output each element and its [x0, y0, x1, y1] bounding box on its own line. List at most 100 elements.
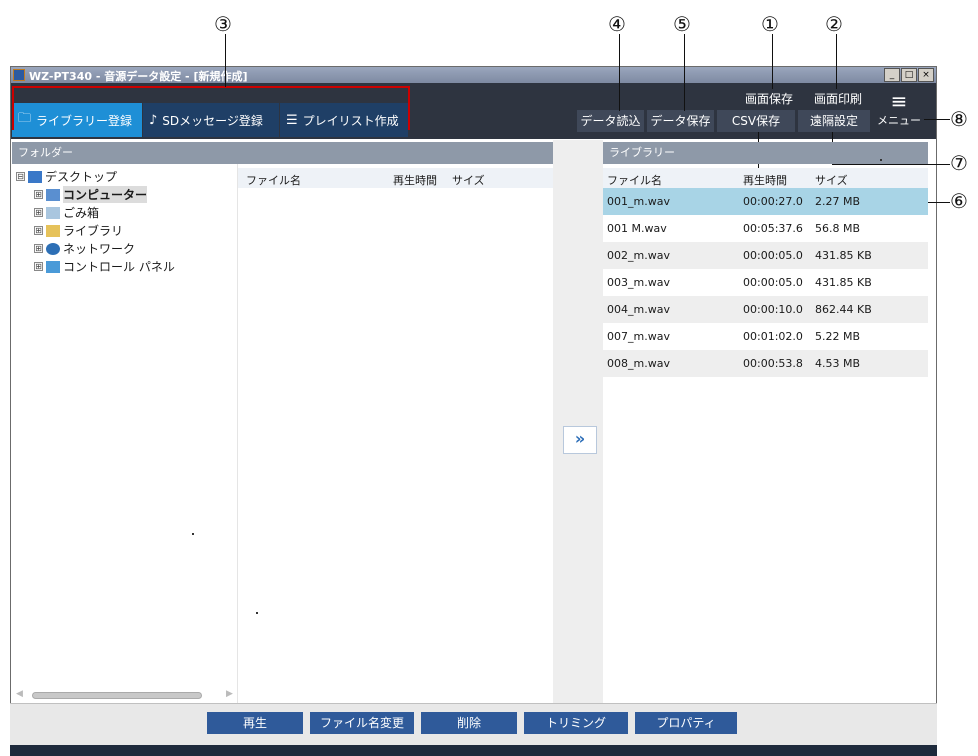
row-filename: 003_m.wav [607, 276, 670, 289]
expand-icon[interactable]: ⊞ [34, 262, 43, 271]
callout-6: ⑥ [950, 189, 968, 213]
row-filename: 004_m.wav [607, 303, 670, 316]
column-filename[interactable]: ファイル名 [246, 172, 301, 188]
row-duration: 00:01:02.0 [743, 330, 803, 343]
leader-line-4 [619, 34, 620, 111]
expand-icon[interactable]: ⊞ [34, 226, 43, 235]
collapse-icon[interactable]: ⊟ [16, 172, 25, 181]
column-size[interactable]: サイズ [452, 172, 485, 188]
library-row[interactable]: 002_m.wav 00:00:05.0 431.85 KB [603, 242, 928, 269]
tree-label: ライブラリ [63, 224, 124, 238]
row-size: 431.85 KB [815, 249, 872, 262]
play-button[interactable]: 再生 [207, 712, 303, 734]
leader-line-7-h [832, 164, 950, 165]
scroll-right-icon[interactable]: ▶ [226, 689, 233, 699]
tree-label: コントロール パネル [63, 260, 175, 274]
window-title: WZ-PT340 - 音源データ設定 - [新規作成] [29, 70, 248, 83]
column-size[interactable]: サイズ [815, 172, 848, 188]
expand-icon[interactable]: ⊞ [34, 208, 43, 217]
tree-label: コンピューター [63, 186, 148, 203]
row-filename: 001 M.wav [607, 222, 667, 235]
status-bar [10, 745, 937, 756]
remote-settings-button[interactable]: 遠隔設定 [798, 110, 870, 132]
row-filename: 002_m.wav [607, 249, 670, 262]
column-duration[interactable]: 再生時間 [743, 172, 787, 188]
title-bar: WZ-PT340 - 音源データ設定 - [新規作成] _ □ × [11, 67, 936, 83]
column-filename[interactable]: ファイル名 [607, 172, 662, 188]
hamburger-icon: ≡ [890, 89, 908, 113]
row-size: 4.53 MB [815, 357, 861, 370]
row-duration: 00:05:37.6 [743, 222, 803, 235]
library-list-header: ファイル名 再生時間 サイズ [603, 168, 928, 188]
row-size: 2.27 MB [815, 195, 861, 208]
column-duration[interactable]: 再生時間 [393, 172, 437, 188]
folder-panel-header: フォルダー [12, 142, 553, 164]
tree-label: ネットワーク [63, 242, 136, 256]
library-row[interactable]: 001 M.wav 00:05:37.6 56.8 MB [603, 215, 928, 242]
library-row[interactable]: 008_m.wav 00:00:53.8 4.53 MB [603, 350, 928, 377]
transfer-column [553, 140, 603, 705]
row-duration: 00:00:05.0 [743, 249, 803, 262]
menu-button[interactable]: ≡ メニュー [870, 90, 928, 132]
maximize-button[interactable]: □ [901, 68, 917, 82]
leader-line-2 [836, 34, 837, 89]
folder-tree-scrollbar[interactable]: ◀ ▶ [12, 688, 238, 702]
callout-highlight-box [12, 86, 410, 130]
minimize-button[interactable]: _ [884, 68, 900, 82]
expand-icon[interactable]: ⊞ [34, 244, 43, 253]
library-folder-icon [46, 224, 60, 237]
library-row[interactable]: 004_m.wav 00:00:10.0 862.44 KB [603, 296, 928, 323]
scroll-left-icon[interactable]: ◀ [16, 689, 23, 699]
tree-item-computer[interactable]: ⊞ コンピューター [34, 186, 148, 203]
control-panel-icon [46, 260, 60, 273]
tree-item-library[interactable]: ⊞ ライブラリ [34, 222, 123, 239]
row-duration: 00:00:05.0 [743, 276, 803, 289]
rename-file-button[interactable]: ファイル名変更 [310, 712, 414, 734]
desktop-icon [28, 170, 42, 183]
library-row[interactable]: 001_m.wav 00:00:27.0 2.27 MB [603, 188, 928, 215]
tree-item-network[interactable]: ⊞ ネットワーク [34, 240, 135, 257]
tree-item-recycle-bin[interactable]: ⊞ ごみ箱 [34, 204, 99, 221]
row-size: 56.8 MB [815, 222, 861, 235]
tree-label: デスクトップ [45, 170, 118, 184]
row-duration: 00:00:27.0 [743, 195, 803, 208]
recycle-bin-icon [46, 206, 60, 219]
csv-save-button[interactable]: CSV保存 [717, 110, 795, 132]
data-load-button[interactable]: データ読込 [577, 110, 644, 132]
leader-line-5 [684, 34, 685, 111]
add-to-library-button[interactable]: » [563, 426, 597, 454]
delete-button[interactable]: 削除 [421, 712, 517, 734]
leader-line-8 [924, 119, 950, 120]
screen-save-button[interactable]: 画面保存 [740, 88, 798, 110]
row-filename: 008_m.wav [607, 357, 670, 370]
row-size: 431.85 KB [815, 276, 872, 289]
scrollbar-thumb[interactable] [32, 692, 202, 699]
artifact-dot [880, 159, 882, 161]
app-icon [13, 69, 25, 81]
data-save-button[interactable]: データ保存 [647, 110, 714, 132]
leader-line-3 [225, 34, 226, 87]
properties-button[interactable]: プロパティ [635, 712, 737, 734]
file-list-header: ファイル名 再生時間 サイズ [238, 168, 553, 188]
callout-5: ⑤ [673, 12, 691, 36]
callout-7: ⑦ [950, 151, 968, 175]
tree-item-desktop[interactable]: ⊟ デスクトップ [16, 168, 117, 185]
leader-line-1 [772, 34, 773, 89]
expand-icon[interactable]: ⊞ [34, 190, 43, 199]
callout-3: ③ [214, 12, 232, 36]
callout-2: ② [825, 12, 843, 36]
row-size: 862.44 KB [815, 303, 872, 316]
callout-4: ④ [608, 12, 626, 36]
close-button[interactable]: × [918, 68, 934, 82]
library-row[interactable]: 003_m.wav 00:00:05.0 431.85 KB [603, 269, 928, 296]
menu-label: メニュー [877, 114, 921, 127]
artifact-dot [256, 612, 258, 614]
computer-icon [46, 188, 60, 201]
row-duration: 00:00:10.0 [743, 303, 803, 316]
row-size: 5.22 MB [815, 330, 861, 343]
library-row[interactable]: 007_m.wav 00:01:02.0 5.22 MB [603, 323, 928, 350]
trimming-button[interactable]: トリミング [524, 712, 628, 734]
screen-print-button[interactable]: 画面印刷 [808, 88, 868, 110]
tree-item-control-panel[interactable]: ⊞ コントロール パネル [34, 258, 175, 275]
row-filename: 001_m.wav [607, 195, 670, 208]
